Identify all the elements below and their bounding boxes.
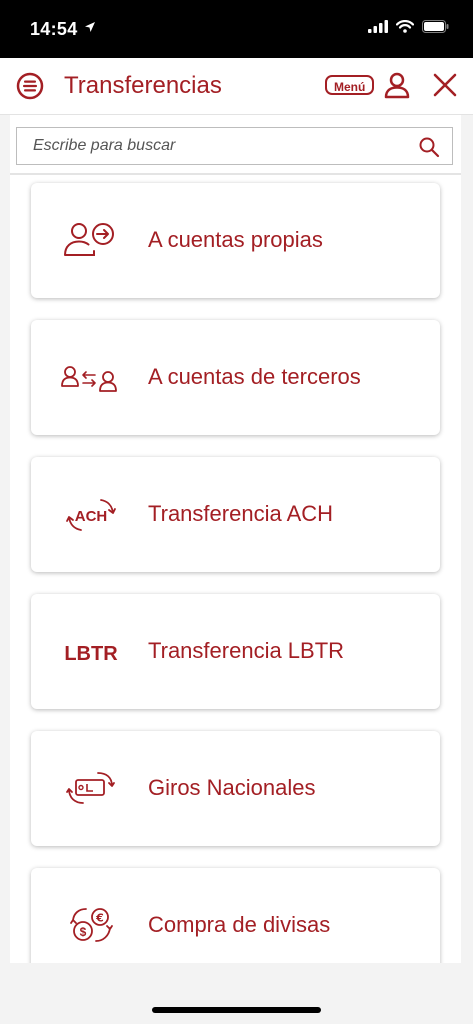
divider <box>10 173 461 175</box>
own-accounts-icon <box>59 217 123 265</box>
option-label: A cuentas de terceros <box>148 364 361 389</box>
lbtr-icon-text: LBTR <box>64 643 118 665</box>
lbtr-icon: LBTR <box>59 628 123 676</box>
bank-logo-icon[interactable] <box>16 72 44 105</box>
third-party-transfer-icon <box>59 354 123 402</box>
close-icon[interactable] <box>432 72 458 103</box>
status-time: 14:54 <box>30 19 78 39</box>
option-label: Transferencia LBTR <box>148 638 345 663</box>
svg-text:$: $ <box>80 925 87 939</box>
money-transfer-icon <box>59 765 123 813</box>
location-arrow-icon <box>84 20 96 38</box>
option-own-accounts[interactable]: A cuentas propias <box>31 183 440 298</box>
option-label: Giros Nacionales <box>148 775 316 800</box>
user-profile-icon[interactable] <box>383 71 411 104</box>
search-icon[interactable] <box>418 136 440 163</box>
option-label: A cuentas propias <box>148 227 323 252</box>
option-ach-transfer[interactable]: ACH Transferencia ACH <box>31 457 440 572</box>
home-indicator[interactable] <box>152 1007 321 1013</box>
svg-text:€: € <box>95 912 104 925</box>
signal-icon <box>368 20 388 38</box>
content-panel: A cuentas propias A cuentas de terceros … <box>10 115 461 963</box>
ach-icon-text: ACH <box>75 508 108 525</box>
option-currency-purchase[interactable]: $ € Compra de divisas <box>31 868 440 963</box>
status-bar: 14:54 <box>0 0 473 58</box>
page-title: Transferencias <box>64 72 222 99</box>
option-national-transfers[interactable]: Giros Nacionales <box>31 731 440 846</box>
search-box <box>16 127 453 165</box>
option-lbtr-transfer[interactable]: LBTR Transferencia LBTR <box>31 594 440 709</box>
option-label: Compra de divisas <box>148 912 331 937</box>
ach-icon: ACH <box>59 491 123 539</box>
search-input[interactable] <box>17 128 407 164</box>
app-header: Transferencias Menú <box>0 58 473 115</box>
menu-button[interactable]: Menú <box>325 75 375 95</box>
option-third-party-accounts[interactable]: A cuentas de terceros <box>31 320 440 435</box>
option-label: Transferencia ACH <box>148 501 334 526</box>
wifi-icon <box>395 20 415 38</box>
currency-exchange-icon: $ € <box>59 902 123 950</box>
bottom-area <box>0 963 473 1024</box>
battery-icon <box>422 20 449 38</box>
status-icons <box>368 20 449 38</box>
